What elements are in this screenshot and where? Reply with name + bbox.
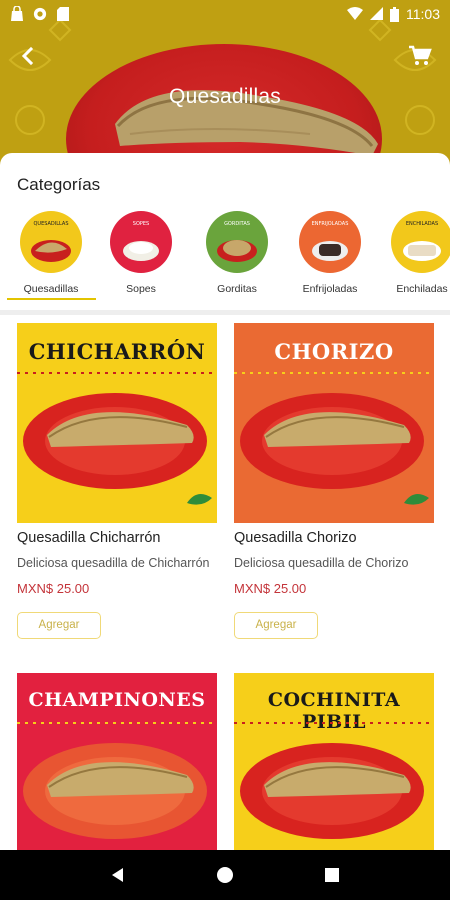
back-arrow-icon[interactable] (14, 42, 42, 70)
categories-heading: Categorías (17, 175, 101, 194)
category-label: Sopes (126, 283, 156, 295)
selected-category-indicator (7, 298, 96, 300)
category-badge: ENCHILADAS (406, 221, 438, 227)
category-enchiladas[interactable]: ENCHILADAS Enchiladas (378, 209, 450, 301)
categories-list: QUESADILLAS Quesadillas SOPES Sopes GORD… (0, 209, 450, 301)
category-badge: QUESADILLAS (33, 221, 68, 227)
back-triangle-icon[interactable] (108, 865, 128, 885)
product-name: Quesadilla Chorizo (234, 530, 357, 546)
shopping-bag-icon (11, 6, 23, 21)
category-label: Gorditas (217, 283, 257, 295)
category-label: Enfrijoladas (302, 283, 358, 295)
product-price: MXN$ 25.00 (17, 581, 90, 596)
category-image: GORDITAS (206, 211, 268, 273)
product-name: Quesadilla Chicharrón (17, 530, 161, 546)
signal-icon (370, 7, 383, 20)
category-image: QUESADILLAS (20, 211, 82, 273)
system-nav-bar (0, 850, 450, 900)
category-badge: SOPES (133, 221, 149, 227)
category-sopes[interactable]: SOPES Sopes (97, 209, 185, 301)
category-image: ENFRIJOLADAS (299, 211, 361, 273)
category-enfrijoladas[interactable]: ENFRIJOLADAS Enfrijoladas (286, 209, 374, 301)
product-image: CHICHARRÓN (17, 323, 217, 523)
battery-icon (390, 6, 399, 22)
home-circle-icon[interactable] (215, 865, 235, 885)
wifi-icon (347, 7, 363, 20)
category-gorditas[interactable]: GORDITAS Gorditas (193, 209, 281, 301)
category-badge: ENFRIJOLADAS (312, 221, 349, 227)
status-time: 11:03 (406, 6, 440, 22)
product-image: COCHINITA PIBIL (234, 673, 434, 850)
add-button[interactable]: Agregar (234, 612, 318, 639)
category-image: ENCHILADAS (391, 211, 450, 273)
divider (0, 310, 450, 315)
add-button[interactable]: Agregar (17, 612, 101, 639)
product-image: CHORIZO (234, 323, 434, 523)
product-price: MXN$ 25.00 (234, 581, 307, 596)
category-badge: GORDITAS (224, 221, 250, 227)
sd-card-icon (57, 7, 69, 21)
product-description: Deliciosa quesadilla de Chicharrón (17, 556, 210, 570)
cart-icon[interactable] (406, 43, 432, 69)
content-sheet: Categorías QUESADILLAS Quesadillas SOPES… (0, 153, 450, 850)
category-label: Quesadillas (23, 283, 79, 295)
category-label: Enchiladas (396, 283, 448, 295)
sync-icon (33, 7, 47, 21)
recents-square-icon[interactable] (322, 865, 342, 885)
product-image: CHAMPINONES (17, 673, 217, 850)
status-bar: 11:03 (0, 0, 450, 28)
product-description: Deliciosa quesadilla de Chorizo (234, 556, 409, 570)
page-title: Quesadillas (169, 85, 281, 108)
category-image: SOPES (110, 211, 172, 273)
category-quesadillas[interactable]: QUESADILLAS Quesadillas (7, 209, 95, 301)
